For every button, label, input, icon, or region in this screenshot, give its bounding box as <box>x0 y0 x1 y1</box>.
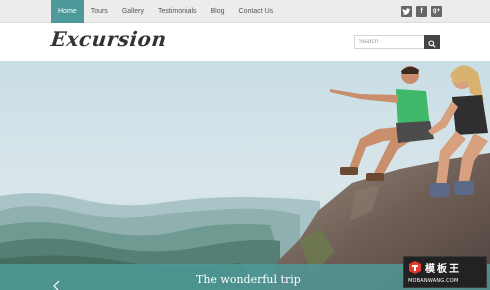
nav-item-blog[interactable]: Blog <box>204 0 232 23</box>
site-header: Excursion <box>0 23 490 61</box>
nav-item-testimonials[interactable]: Testimonials <box>151 0 204 23</box>
nav-item-home[interactable]: Home <box>51 0 84 23</box>
top-navigation-bar: Home Tours Gallery Testimonials Blog Con… <box>0 0 490 23</box>
nav-item-tours[interactable]: Tours <box>84 0 115 23</box>
search-input[interactable] <box>354 35 424 49</box>
search-icon <box>428 39 436 48</box>
hero-slider: The wonderful trip 模板王 MOBANWANG.COM <box>0 61 490 290</box>
watermark-text-cn: 模板王 <box>425 264 461 275</box>
watermark-logo-icon <box>409 261 421 274</box>
twitter-icon[interactable] <box>401 6 412 17</box>
watermark-text-en: MOBANWANG.COM <box>408 278 459 284</box>
slide-caption: The wonderful trip <box>196 273 301 286</box>
nav-item-gallery[interactable]: Gallery <box>115 0 151 23</box>
watermark-badge: 模板王 MOBANWANG.COM <box>403 256 487 288</box>
site-logo[interactable]: Excursion <box>50 27 168 51</box>
social-links: f g+ <box>401 6 442 17</box>
main-menu: Home Tours Gallery Testimonials Blog Con… <box>51 0 280 23</box>
facebook-icon[interactable]: f <box>416 6 427 17</box>
google-plus-icon[interactable]: g+ <box>431 6 442 17</box>
search-button[interactable] <box>424 35 440 49</box>
nav-item-contact-us[interactable]: Contact Us <box>232 0 281 23</box>
chevron-left-icon[interactable] <box>51 280 65 290</box>
